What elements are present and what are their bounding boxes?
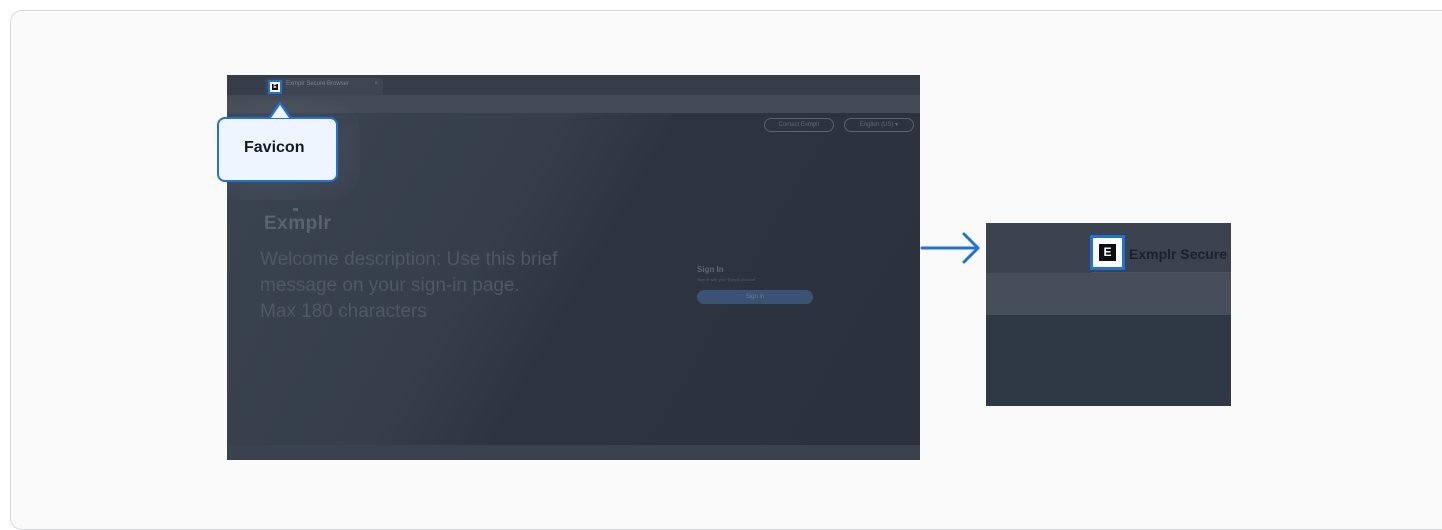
language-dropdown[interactable]: English (US) ▾ xyxy=(844,118,914,132)
zoomed-tab-label: Exmplr Secure B xyxy=(1129,246,1231,262)
browser-tab-label: Exmplr Secure Browser xyxy=(286,81,350,87)
sign-in-button[interactable]: Sign in xyxy=(697,290,813,304)
zoomed-address-bar xyxy=(986,273,1231,315)
contact-button[interactable]: Contact Exmplr xyxy=(764,118,834,132)
favicon-highlight-small: E xyxy=(268,80,282,94)
sign-in-title: Sign In xyxy=(697,265,724,274)
brand-logo: Exmplr xyxy=(264,213,332,234)
welcome-description: Welcome description: Use this brief mess… xyxy=(260,249,558,322)
tab-close-icon[interactable]: × xyxy=(374,81,378,87)
right-arrow-icon xyxy=(920,232,980,264)
callout-label: Favicon xyxy=(244,139,305,156)
favicon-icon-zoomed: E xyxy=(1099,244,1116,261)
favicon-highlight-zoomed: E xyxy=(1090,235,1125,270)
browser-tab-bar: Exmplr Secure Browser × E xyxy=(227,75,920,95)
zoomed-screenshot: E Exmplr Secure B xyxy=(986,223,1231,406)
brand-logo-mark xyxy=(293,208,298,211)
favicon-icon: E xyxy=(272,84,278,90)
callout-pointer-fill xyxy=(271,105,289,118)
sign-in-subtitle: Sign in with your Exmplr account xyxy=(697,277,756,282)
browser-tab[interactable]: Exmplr Secure Browser × xyxy=(265,78,383,95)
browser-footer xyxy=(227,445,920,460)
